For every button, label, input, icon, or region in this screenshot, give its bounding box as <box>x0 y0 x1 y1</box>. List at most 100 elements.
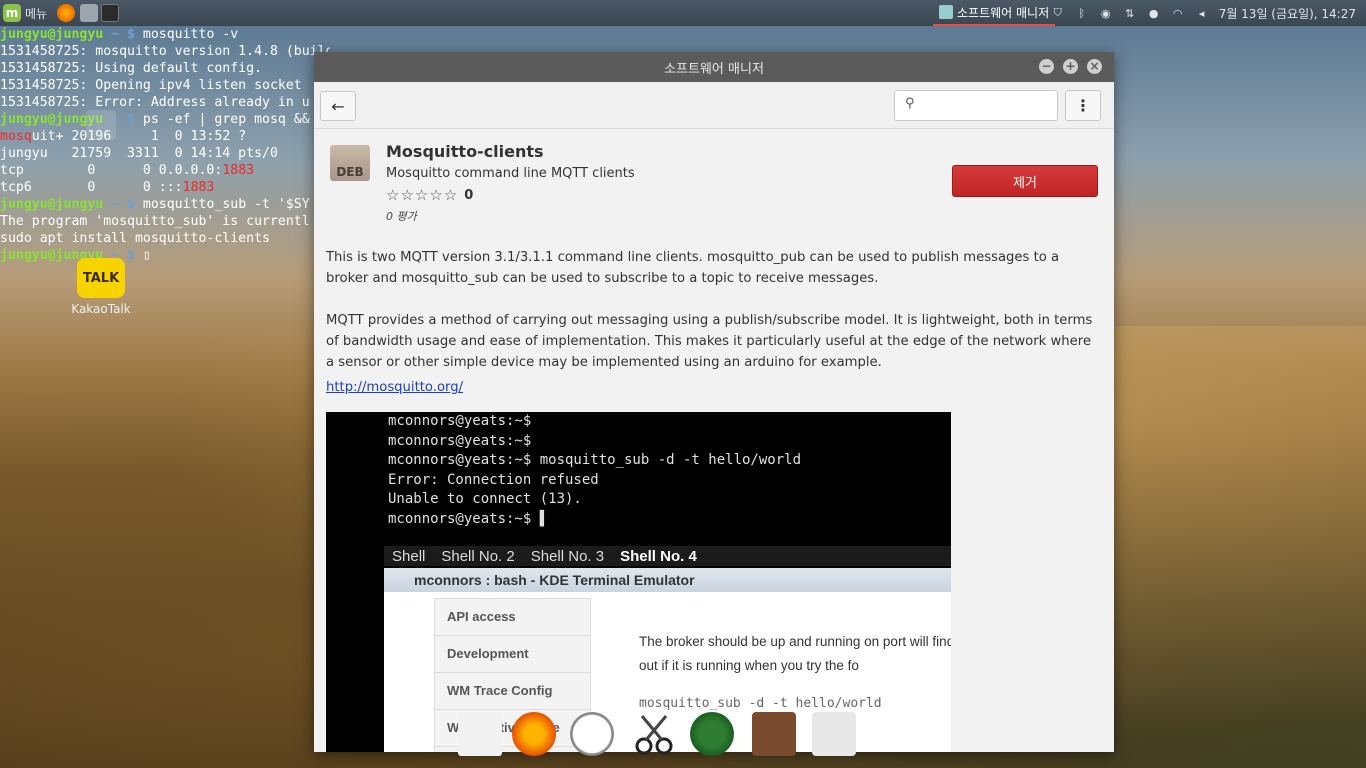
files-launcher-icon[interactable] <box>80 4 98 22</box>
screenshot-terminal-line: Error: Connection refused <box>388 471 599 488</box>
briefcase-dock-icon[interactable] <box>752 712 796 756</box>
wifi-icon[interactable]: ◠ <box>1171 6 1185 20</box>
shield-icon[interactable]: ⛉ <box>1051 6 1065 20</box>
screenshot-terminal-line: mconnors@yeats:~$ ▌ <box>388 510 549 527</box>
terminal-line: jungyu@jungyu ~ $ mosquitto_sub -t '$SY <box>0 196 330 213</box>
radar-dock-icon[interactable] <box>690 712 734 756</box>
screenshot-terminal-line: mconnors@yeats:~$ mosquitto_sub -d -t he… <box>388 452 802 468</box>
app-name: Mosquitto-clients <box>386 142 544 161</box>
prompt-user: jungyu@jungyu <box>0 27 104 42</box>
app-screenshot[interactable]: mconnors@yeats:~$ mconnors@yeats:~$ mconno… <box>326 412 951 752</box>
screenshot-tabs: Shell Shell No. 2 Shell No. 3 Shell No. 4 <box>384 546 951 566</box>
highlight-text: 1883 <box>182 180 215 195</box>
screenshot-terminal-line: Unable to connect (13). <box>388 491 582 507</box>
screenshot-web-text: The broker should be up and running on p… <box>639 630 951 716</box>
terminal-line: The program 'mosquitto_sub' is currentl <box>0 213 330 230</box>
minimize-button[interactable]: − <box>1039 59 1054 74</box>
terminal-output[interactable]: jungyu@jungyu ~ $ mosquitto -v 1531458725… <box>0 26 330 276</box>
highlight-text: 1883 <box>222 163 255 178</box>
back-arrow-icon: ← <box>331 96 345 116</box>
app-description: This is two MQTT version 3.1/3.1.1 comma… <box>326 247 1098 394</box>
bluetooth-icon[interactable]: ᛒ <box>1075 6 1089 20</box>
screenshot-terminal: mconnors@yeats:~$ mconnors@yeats:~$ mconno… <box>384 412 951 542</box>
menu-button[interactable]: m 메뉴 <box>3 3 47 23</box>
rating-count: 0 <box>464 187 475 203</box>
terminal-line: 1531458725: mosquitto version 1.4.8 (bui… <box>0 43 330 60</box>
volume-icon[interactable]: ◂ <box>1195 6 1209 20</box>
line-text: 1531458725: Error: Address already in u <box>0 95 310 110</box>
window-titlebar[interactable]: 소프트웨어 매니저 − + × <box>314 52 1114 82</box>
prompt-path: ~ $ <box>103 27 143 42</box>
terminal-line: jungyu 21759 3311 0 14:14 pts/0 <box>0 145 330 162</box>
cursor-icon: ▯ <box>142 248 151 263</box>
linux-penguin-icon[interactable]: ◉ <box>1099 6 1113 20</box>
highlight-text: mosq <box>0 129 32 144</box>
terminal-line: 1531458725: Opening ipv4 listen socket <box>0 77 330 94</box>
kakaotalk-icon: TALK <box>77 258 125 298</box>
remove-button[interactable]: 제거 <box>952 165 1098 197</box>
user-icon[interactable]: ● <box>1147 6 1161 20</box>
terminal-line: 1531458725: Error: Address already in u <box>0 94 330 111</box>
screenshot-tab: Shell <box>392 547 426 565</box>
terminal-line: tcp 0 0 0.0.0.0:1883 <box>0 162 330 179</box>
prompt-path: ~ $ <box>103 197 143 212</box>
dock <box>450 712 870 768</box>
terminal-launcher-icon[interactable] <box>101 4 119 22</box>
screenshot-nav-item: Development <box>435 636 590 673</box>
terminal-line: jungyu@jungyu ~ $ mosquitto -v <box>0 26 330 43</box>
screenshot-web-paragraph: The broker should be up and running on p… <box>639 634 951 673</box>
line-text: sudo apt install mosquitto-clients <box>0 231 270 246</box>
screenshot-nav-item: WM Trace Config <box>435 673 590 710</box>
toolbar: ← ⚲ ⋮ <box>314 82 1114 129</box>
taskbar-software-manager[interactable]: 소프트웨어 매니저 <box>933 0 1056 26</box>
back-button[interactable]: ← <box>320 91 356 121</box>
software-manager-dock-icon[interactable] <box>812 712 856 756</box>
line-text: 1531458725: Using default config. <box>0 61 263 76</box>
system-tray: ⛉ ᛒ ◉ ⇅ ● ◠ ◂ 7월 13일 (금요일), 14:27 <box>1051 0 1366 26</box>
clock-dock-icon[interactable] <box>570 712 614 756</box>
firefox-dock-icon[interactable] <box>512 712 556 756</box>
screenshot-kde-title: mconnors : bash - KDE Terminal Emulator <box>384 568 951 592</box>
close-button[interactable]: × <box>1087 59 1102 74</box>
screenshot-nav-item: API access <box>435 599 590 636</box>
terminal-line: tcp6 0 0 :::1883 <box>0 179 330 196</box>
menu-button[interactable]: ⋮ <box>1065 90 1101 121</box>
scissors-dock-icon[interactable] <box>632 712 676 756</box>
window-title: 소프트웨어 매니저 <box>664 61 764 77</box>
kakaotalk-desktop-icon[interactable]: TALK KakaoTalk <box>66 258 136 316</box>
firefox-launcher-icon[interactable] <box>57 4 75 22</box>
clock[interactable]: 7월 13일 (금요일), 14:27 <box>1219 5 1356 22</box>
terminal-line: jungyu@jungyu ~ $ ▯ <box>0 247 330 264</box>
terminal-line: 1531458725: Using default config. <box>0 60 330 77</box>
text-editor-dock-icon[interactable] <box>458 712 502 756</box>
software-manager-window: 소프트웨어 매니저 − + × ← ⚲ ⋮ DEB Mosquitto-clie… <box>314 52 1114 752</box>
line-text: tcp6 0 0 ::: <box>0 180 183 195</box>
line-text: ps -ef | grep mosq && <box>142 112 310 127</box>
line-text: uit+ 20196 1 0 13:52 ? <box>31 129 247 144</box>
screenshot-tab: Shell No. 4 <box>620 547 697 565</box>
network-arrows-icon[interactable]: ⇅ <box>1123 6 1137 20</box>
line-text: mosquitto_sub -t '$SY <box>142 197 310 212</box>
search-box[interactable]: ⚲ <box>894 90 1058 121</box>
line-text: The program 'mosquitto_sub' is currentl <box>0 214 310 229</box>
line-text: mosquitto -v <box>142 27 239 42</box>
mint-logo-icon: m <box>3 4 21 22</box>
rating: ☆☆☆☆☆ 0 <box>386 186 474 204</box>
line-text: 1531458725: mosquitto version 1.4.8 (bui… <box>0 44 330 59</box>
terminal-line: mosquit+ 20196 1 0 13:52 ? <box>0 128 330 145</box>
search-icon: ⚲ <box>905 96 915 111</box>
review-count: 0 평가 <box>386 210 417 223</box>
app-summary: Mosquitto command line MQTT clients <box>386 166 635 181</box>
software-manager-icon <box>939 5 953 19</box>
menu-label: 메뉴 <box>25 6 48 21</box>
search-input[interactable] <box>925 95 1049 117</box>
homepage-link[interactable]: http://mosquitto.org/ <box>326 380 463 395</box>
screenshot-tab: Shell No. 3 <box>530 547 605 565</box>
description-paragraph: This is two MQTT version 3.1/3.1.1 comma… <box>326 250 1060 286</box>
screenshot-tab: Shell No. 2 <box>441 547 515 565</box>
screenshot-terminal-line: mconnors@yeats:~$ <box>388 432 532 449</box>
prompt-user: jungyu@jungyu <box>0 197 104 212</box>
home-folder-icon[interactable] <box>86 110 116 140</box>
line-text: jungyu 21759 3311 0 14:14 pts/0 <box>0 146 278 161</box>
maximize-button[interactable]: + <box>1063 59 1078 74</box>
